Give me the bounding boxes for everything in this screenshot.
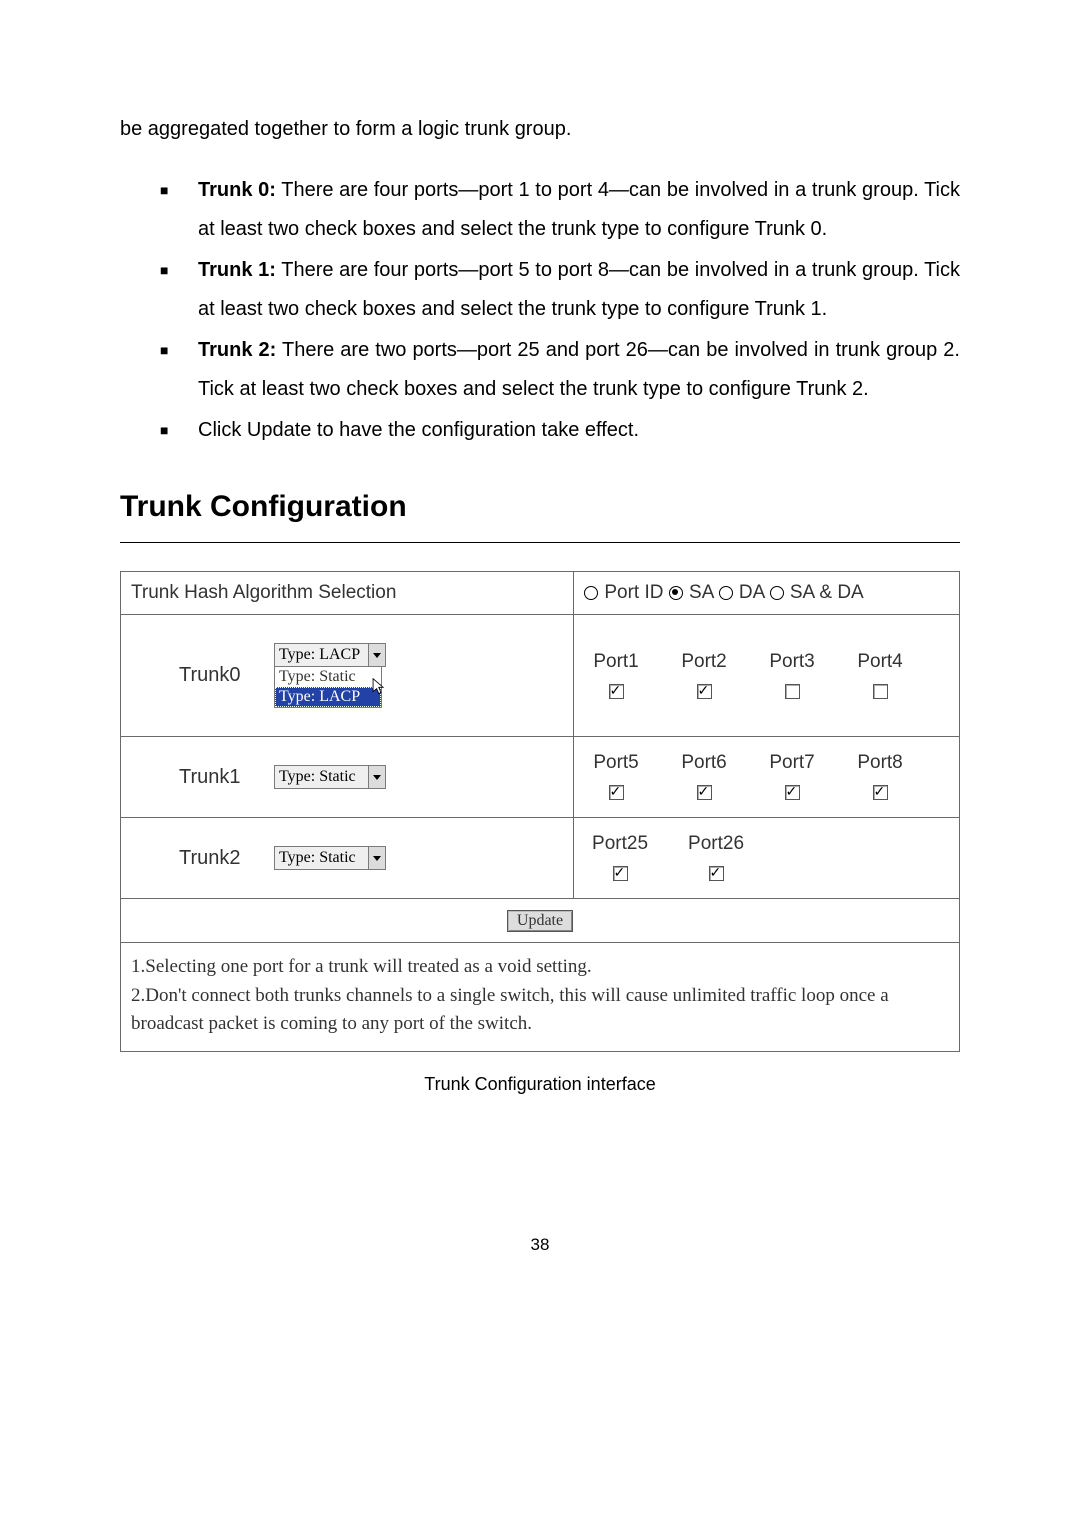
bullet-trunk2: Trunk 2: There are two ports—port 25 and… xyxy=(160,331,960,409)
trunk2-name: Trunk2 xyxy=(179,847,274,870)
trunk0-port4-checkbox[interactable] xyxy=(873,684,888,699)
trunk0-port2-label: Port2 xyxy=(672,651,736,673)
trunk0-type-select[interactable]: Type: LACP xyxy=(274,643,386,667)
trunk0-port1-checkbox[interactable] xyxy=(609,684,624,699)
bullet-trunk2-text: There are two ports—port 25 and port 26—… xyxy=(198,339,960,400)
trunk0-port4-label: Port4 xyxy=(848,651,912,673)
bullet-trunk0: Trunk 0: There are four ports—port 1 to … xyxy=(160,171,960,249)
radio-da-label: DA xyxy=(739,582,764,603)
notes-cell: 1.Selecting one port for a trunk will tr… xyxy=(121,943,960,1052)
note-2: 2.Don't connect both trunks channels to … xyxy=(131,982,949,1039)
trunk0-option-static[interactable]: Type: Static xyxy=(275,667,381,687)
trunk1-port8-label: Port8 xyxy=(848,752,912,774)
trunk1-type-select[interactable]: Type: Static xyxy=(274,765,386,789)
radio-portid-label: Port ID xyxy=(604,582,663,603)
trunk1-port7-label: Port7 xyxy=(760,752,824,774)
trunk0-name: Trunk0 xyxy=(179,664,274,687)
trunk0-type-select-value: Type: LACP xyxy=(279,646,360,663)
bullet-trunk1: Trunk 1: There are four ports—port 5 to … xyxy=(160,251,960,329)
trunk1-type-select-value: Type: Static xyxy=(279,768,356,785)
trunk0-port3-checkbox[interactable] xyxy=(785,684,800,699)
note-1: 1.Selecting one port for a trunk will tr… xyxy=(131,953,949,982)
radio-sada-label: SA & DA xyxy=(790,582,864,603)
page-number: 38 xyxy=(120,1235,960,1255)
trunk0-port3-label: Port3 xyxy=(760,651,824,673)
section-divider xyxy=(120,542,960,543)
trunk1-port5-label: Port5 xyxy=(584,752,648,774)
trunk2-type-select[interactable]: Type: Static xyxy=(274,846,386,870)
chevron-down-icon[interactable] xyxy=(368,766,385,788)
trunk2-port26-label: Port26 xyxy=(680,833,752,855)
bullet-trunk0-label: Trunk 0: xyxy=(198,179,276,201)
figure-caption: Trunk Configuration interface xyxy=(120,1074,960,1095)
radio-sada[interactable] xyxy=(770,586,784,600)
hash-radios-cell: Port ID SA DA SA & DA xyxy=(574,572,960,615)
trunk0-option-lacp[interactable]: Type: LACP xyxy=(275,687,381,707)
trunk0-port1-label: Port1 xyxy=(584,651,648,673)
chevron-down-icon[interactable] xyxy=(368,847,385,869)
update-button[interactable]: Update xyxy=(507,910,573,932)
radio-sa[interactable] xyxy=(669,586,683,600)
trunk0-port2-checkbox[interactable] xyxy=(697,684,712,699)
trunk2-port26-checkbox[interactable] xyxy=(709,866,724,881)
bullet-list: Trunk 0: There are four ports—port 1 to … xyxy=(120,171,960,450)
section-title: Trunk Configuration xyxy=(120,490,960,524)
trunk2-port25-checkbox[interactable] xyxy=(613,866,628,881)
radio-sa-label: SA xyxy=(689,582,713,603)
chevron-down-icon[interactable] xyxy=(368,644,385,666)
trunk2-port25-label: Port25 xyxy=(584,833,656,855)
radio-portid[interactable] xyxy=(584,586,598,600)
trunk0-type-dropdown[interactable]: Type: Static Type: LACP xyxy=(274,667,382,708)
trunk1-port8-checkbox[interactable] xyxy=(873,785,888,800)
hash-label: Trunk Hash Algorithm Selection xyxy=(121,572,574,615)
bullet-trunk0-text: There are four ports—port 1 to port 4—ca… xyxy=(198,179,960,240)
trunk1-port7-checkbox[interactable] xyxy=(785,785,800,800)
bullet-trunk2-label: Trunk 2: xyxy=(198,339,276,361)
intro-text: be aggregated together to form a logic t… xyxy=(120,110,960,149)
trunk1-port5-checkbox[interactable] xyxy=(609,785,624,800)
bullet-update: Click Update to have the configuration t… xyxy=(160,411,960,450)
trunk-config-table: Trunk Hash Algorithm Selection Port ID S… xyxy=(120,571,960,1052)
radio-da[interactable] xyxy=(719,586,733,600)
bullet-update-text: Click Update to have the configuration t… xyxy=(198,419,639,441)
trunk2-type-select-value: Type: Static xyxy=(279,849,356,866)
trunk1-name: Trunk1 xyxy=(179,766,274,789)
bullet-trunk1-label: Trunk 1: xyxy=(198,259,276,281)
trunk1-port6-checkbox[interactable] xyxy=(697,785,712,800)
bullet-trunk1-text: There are four ports—port 5 to port 8—ca… xyxy=(198,259,960,320)
trunk1-port6-label: Port6 xyxy=(672,752,736,774)
